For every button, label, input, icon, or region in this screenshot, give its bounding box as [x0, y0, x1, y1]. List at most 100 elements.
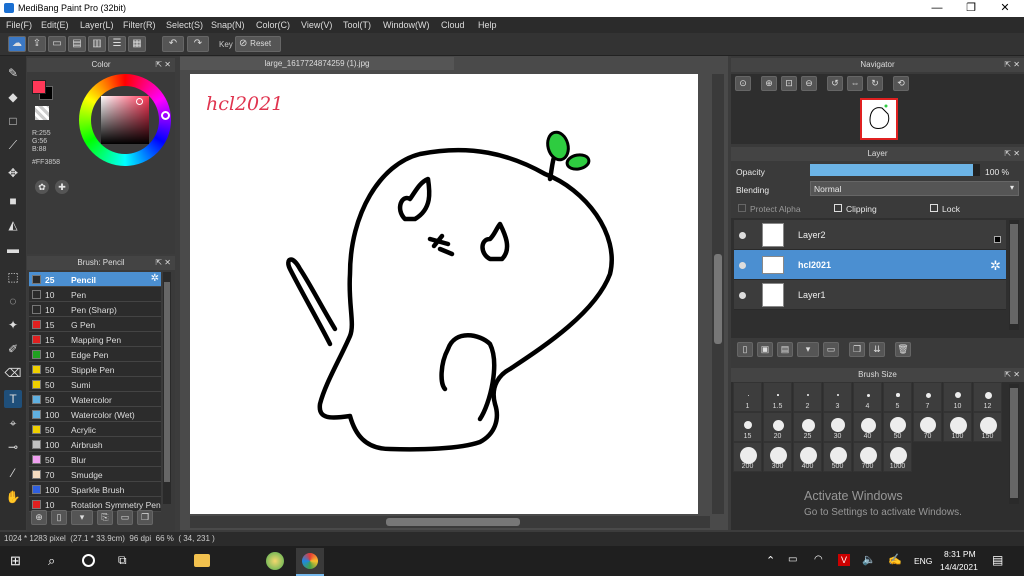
menu-cloud[interactable]: Cloud	[441, 20, 465, 30]
text-tool-icon[interactable]: T	[4, 390, 22, 408]
fill-rect-tool-icon[interactable]: ■	[4, 192, 22, 210]
notification-icon[interactable]: ▤	[992, 553, 1003, 567]
brush-item[interactable]: 100 Watercolor (Wet)	[29, 407, 161, 422]
brush-size-cell[interactable]: 70	[913, 412, 942, 442]
navigator-preview[interactable]	[860, 98, 898, 140]
brush-item[interactable]: 15 Mapping Pen	[29, 332, 161, 347]
gear-icon[interactable]: ✲	[151, 273, 159, 284]
volume-icon[interactable]: 🔈	[862, 553, 876, 566]
expand-icon[interactable]: ⇱ ✕	[1004, 368, 1020, 382]
undo-icon[interactable]: ↶	[162, 36, 184, 52]
brush-size-cell[interactable]: 2	[793, 382, 822, 412]
brush-size-cell[interactable]: 200	[733, 442, 762, 472]
rotate-right-icon[interactable]: ↻	[867, 76, 883, 91]
visibility-icon[interactable]	[739, 262, 746, 269]
brush-add-icon[interactable]: ⊕	[31, 510, 47, 525]
palette-add-icon[interactable]: ✚	[55, 180, 69, 194]
brush-scroll-thumb[interactable]	[164, 282, 170, 482]
redo-icon[interactable]: ↷	[187, 36, 209, 52]
brush-size-cell[interactable]: 7	[913, 382, 942, 412]
select-eraser-icon[interactable]: ⌫	[4, 364, 22, 382]
brush-size-cell[interactable]: 700	[853, 442, 882, 472]
layer-row-hcl2021[interactable]: hcl2021 ✲	[734, 250, 1006, 280]
line-tool-icon[interactable]: ⟋	[4, 136, 22, 154]
restore-button[interactable]: ❐	[954, 0, 988, 17]
cortana-icon[interactable]	[82, 554, 95, 567]
message-icon[interactable]: ▤	[68, 36, 86, 52]
windows-start-icon[interactable]: ⊞	[10, 554, 24, 568]
flip-icon[interactable]: ⇔	[847, 76, 863, 91]
brush-item[interactable]: 50 Watercolor	[29, 392, 161, 407]
task-view-icon[interactable]: ⧉	[118, 553, 127, 568]
brush-size-cell[interactable]: 100	[943, 412, 972, 442]
brush-size-cell[interactable]: 25	[793, 412, 822, 442]
new-halftone-layer-icon[interactable]: ▣	[757, 342, 773, 357]
brush-size-scroll-thumb[interactable]	[1010, 388, 1018, 498]
hand-tool-icon[interactable]: ✋	[4, 488, 22, 506]
menu-select[interactable]: Select(S)	[166, 20, 203, 30]
transparent-swatch[interactable]	[35, 106, 49, 120]
hue-cursor[interactable]	[161, 111, 170, 120]
brush-size-cell[interactable]: 12	[973, 382, 1002, 412]
vertical-scroll-thumb[interactable]	[714, 254, 722, 344]
zoom-out-icon[interactable]: ⊖	[801, 76, 817, 91]
horizontal-scrollbar[interactable]	[190, 516, 710, 528]
brush-item[interactable]: 50 Acrylic	[29, 422, 161, 437]
clock-time[interactable]: 8:31 PM	[944, 549, 976, 559]
select-tool-icon[interactable]: ⬚	[4, 268, 22, 286]
list-icon[interactable]: ☰	[108, 36, 126, 52]
brush-size-cell[interactable]: 300	[763, 442, 792, 472]
vertical-scrollbar[interactable]	[712, 74, 724, 514]
paint-app-icon[interactable]	[266, 552, 284, 570]
brush-item[interactable]: 50 Sumi	[29, 377, 161, 392]
move-tool-icon[interactable]: ✥	[4, 164, 22, 182]
close-button[interactable]: ✕	[988, 0, 1022, 17]
expand-icon[interactable]: ⇱ ✕	[155, 58, 171, 72]
gradient-tool-icon[interactable]: ▬	[4, 240, 22, 258]
divide-tool-icon[interactable]: ⌖	[4, 414, 22, 432]
new-8bit-layer-icon[interactable]: ▤	[777, 342, 793, 357]
search-icon[interactable]: ⌕	[48, 553, 55, 569]
new-layer-icon[interactable]: ▯	[737, 342, 753, 357]
comment-icon[interactable]: ▭	[48, 36, 66, 52]
menu-layer[interactable]: Layer(L)	[80, 20, 114, 30]
brush-size-cell[interactable]: 3	[823, 382, 852, 412]
rotate-left-icon[interactable]: ↺	[827, 76, 843, 91]
brush-size-cell[interactable]: 20	[763, 412, 792, 442]
layer-row-layer2[interactable]: Layer2	[734, 220, 1006, 250]
brush-item[interactable]: 10 Edge Pen	[29, 347, 161, 362]
layer-row-layer1[interactable]: Layer1	[734, 280, 1006, 310]
brush-scrollbar[interactable]	[163, 272, 171, 504]
brush-duplicate-icon[interactable]: ❐	[137, 510, 153, 525]
layer-scrollbar[interactable]	[1009, 220, 1019, 330]
brush-item[interactable]: 100 Airbrush	[29, 437, 161, 452]
brush-item[interactable]: 25 Pencil ✲	[29, 272, 161, 287]
brush-tool-icon[interactable]: ✎	[4, 64, 22, 82]
chevron-up-icon[interactable]: ⌃	[766, 554, 775, 567]
delete-layer-icon[interactable]: 🗑	[895, 342, 911, 357]
menu-window[interactable]: Window(W)	[383, 20, 430, 30]
layer-scroll-thumb[interactable]	[1010, 224, 1018, 324]
battery-icon[interactable]: ▭	[788, 554, 797, 565]
brush-item[interactable]: 50 Blur	[29, 452, 161, 467]
reset-view-icon[interactable]: ⟲	[893, 76, 909, 91]
brush-item[interactable]: 70 Smudge	[29, 467, 161, 482]
brush-size-cell[interactable]: 40	[853, 412, 882, 442]
clipping-checkbox[interactable]	[834, 204, 842, 212]
eraser-tool-icon[interactable]: ◆	[4, 88, 22, 106]
wifi-icon[interactable]: ◠	[814, 554, 823, 565]
visibility-icon[interactable]	[739, 232, 746, 239]
minimize-button[interactable]: —	[920, 0, 954, 17]
palette-icon[interactable]: ✿	[35, 180, 49, 194]
menu-file[interactable]: File(F)	[6, 20, 32, 30]
brush-size-cell[interactable]: 1.5	[763, 382, 792, 412]
grid-icon[interactable]: ▦	[128, 36, 146, 52]
brush-folder-icon[interactable]: ▭	[117, 510, 133, 525]
lock-checkbox[interactable]	[930, 204, 938, 212]
brush-item[interactable]: 100 Sparkle Brush	[29, 482, 161, 497]
merge-layer-icon[interactable]: ⇊	[869, 342, 885, 357]
menu-snap[interactable]: Snap(N)	[211, 20, 245, 30]
dropper-tool-icon[interactable]: ⊸	[4, 438, 22, 456]
gear-icon[interactable]: ✲	[990, 258, 1001, 274]
brush-item[interactable]: 10 Pen	[29, 287, 161, 302]
